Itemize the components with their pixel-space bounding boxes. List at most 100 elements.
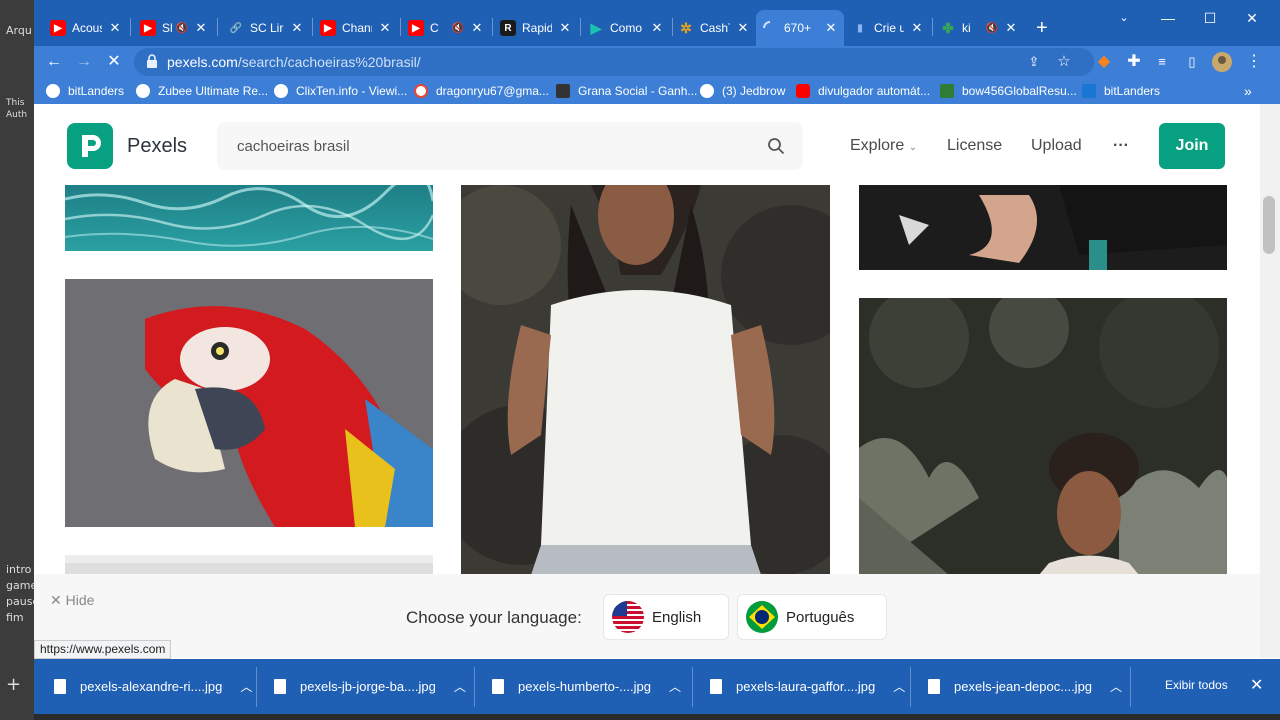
bookmark-item[interactable]: ClixTen.info - Viewi... xyxy=(274,82,407,100)
tab-title: Chanr xyxy=(342,21,372,35)
close-icon[interactable]: ✕ xyxy=(910,20,924,36)
media-controls-icon[interactable]: ≡ xyxy=(1150,50,1174,74)
pexels-logo[interactable] xyxy=(67,123,113,169)
chevron-up-icon[interactable]: ︿ xyxy=(240,678,252,695)
tab[interactable]: ▶ C 🔇 ✕ xyxy=(402,10,490,46)
more-menu-icon[interactable]: ⋮ xyxy=(1242,50,1266,74)
close-icon[interactable]: ✕ xyxy=(558,20,572,36)
close-icon[interactable]: ✕ xyxy=(736,20,750,36)
bookmark-item[interactable]: bow456GlobalResu... xyxy=(940,82,1077,100)
minimize-button[interactable]: — xyxy=(1148,6,1188,30)
background-app-window: Arqu This Auth intro game pause fim + xyxy=(0,0,39,720)
tab-title: SC Lir xyxy=(250,21,284,35)
chevron-up-icon[interactable]: ︿ xyxy=(893,678,905,695)
close-icon[interactable]: ✕ xyxy=(378,20,392,36)
join-button[interactable]: Join xyxy=(1159,123,1225,169)
close-window-button[interactable]: ✕ xyxy=(1232,6,1272,30)
browser-toolbar: ← → ✕ pexels.com/search/cachoeiras%20bra… xyxy=(34,46,1280,78)
speaker-muted-icon[interactable]: 🔇 xyxy=(176,23,188,34)
tab[interactable]: ✲ CashT ✕ xyxy=(672,10,756,46)
download-item[interactable]: pexels-jean-depoc....jpg ︿ xyxy=(928,659,1122,714)
search-icon[interactable] xyxy=(767,137,785,155)
nav-upload[interactable]: Upload xyxy=(1031,137,1082,155)
address-bar[interactable]: pexels.com/search/cachoeiras%20brasil/ ⇪… xyxy=(134,48,1094,76)
page-scrollbar[interactable] xyxy=(1260,104,1280,658)
download-item[interactable]: pexels-jb-jorge-ba....jpg ︿ xyxy=(274,659,466,714)
tab[interactable]: R Rapid ✕ xyxy=(494,10,578,46)
search-input[interactable]: cachoeiras brasil xyxy=(217,122,803,170)
speaker-muted-icon[interactable]: 🔇 xyxy=(452,23,464,34)
new-tab-button[interactable]: + xyxy=(1030,10,1054,46)
ocean-water-photo[interactable] xyxy=(65,185,433,251)
bookmark-item[interactable]: bitLanders xyxy=(46,82,124,100)
background-app-text: Auth xyxy=(6,110,28,120)
tab[interactable]: ✤ ki 🔇 ✕ xyxy=(934,10,1024,46)
pexels-brand[interactable]: Pexels xyxy=(127,135,187,158)
extensions-puzzle-icon[interactable]: ✚ xyxy=(1122,50,1146,74)
download-filename: pexels-jb-jorge-ba....jpg xyxy=(300,679,436,694)
globe-icon xyxy=(274,84,288,98)
bookmark-item[interactable]: Grana Social - Ganh... xyxy=(556,82,697,100)
tab[interactable]: 🔗 SC Lir ✕ xyxy=(222,10,310,46)
bookmark-item[interactable]: bitLanders xyxy=(1082,82,1160,100)
chevron-up-icon[interactable]: ︿ xyxy=(454,678,466,695)
white-sky-photo[interactable] xyxy=(65,555,433,575)
metamask-icon[interactable]: ◆ xyxy=(1092,50,1116,74)
red-macaw-photo[interactable] xyxy=(65,279,433,527)
tab[interactable]: ▶ Sl 🔇 ✕ xyxy=(134,10,214,46)
woman-garden-photo[interactable] xyxy=(859,298,1227,575)
woman-white-tshirt-photo[interactable] xyxy=(461,185,830,575)
close-icon[interactable]: ✕ xyxy=(108,20,122,36)
bookmark-item[interactable]: (3) Jedbrow xyxy=(700,82,785,100)
close-icon[interactable]: ✕ xyxy=(650,20,664,36)
tab-active[interactable]: 670+ ✕ xyxy=(756,10,844,46)
close-icon[interactable]: ✕ xyxy=(470,20,484,36)
nav-explore[interactable]: Explore ⌄ xyxy=(850,137,917,155)
avatar[interactable] xyxy=(1210,50,1234,74)
download-item[interactable]: pexels-alexandre-ri....jpg ︿ xyxy=(54,659,252,714)
language-english-button[interactable]: English xyxy=(603,594,729,640)
bookmark-item[interactable]: dragonryu67@gma... xyxy=(414,82,549,100)
background-app-list-item[interactable]: intro xyxy=(6,563,31,576)
close-icon[interactable]: ✕ xyxy=(1250,675,1263,695)
stop-loading-icon[interactable]: ✕ xyxy=(102,50,126,74)
chevron-down-icon[interactable]: ⌄ xyxy=(1104,6,1144,30)
nav-license[interactable]: License xyxy=(947,137,1002,155)
tab[interactable]: ▶ Como ✕ xyxy=(582,10,670,46)
forward-arrow-icon[interactable]: → xyxy=(72,50,96,74)
tab[interactable]: ▮ Crie u ✕ xyxy=(846,10,930,46)
bookmark-item[interactable]: divulgador automát... xyxy=(796,82,930,100)
close-icon[interactable]: ✕ xyxy=(824,20,838,36)
scrollbar-thumb[interactable] xyxy=(1263,196,1275,254)
language-option-label: English xyxy=(652,608,702,626)
loading-icon xyxy=(762,20,778,36)
tab[interactable]: ▶ Acous ✕ xyxy=(44,10,128,46)
background-app-text: This xyxy=(6,98,25,108)
background-app-list-item[interactable]: fim xyxy=(6,611,24,624)
more-dots-icon[interactable]: ··· xyxy=(1113,137,1129,155)
download-item[interactable]: pexels-humberto-....jpg ︿ xyxy=(492,659,681,714)
plus-icon[interactable]: + xyxy=(6,674,21,695)
dark-scene-photo[interactable] xyxy=(859,185,1227,270)
language-portuguese-button[interactable]: Português xyxy=(737,594,887,640)
close-icon[interactable]: ✕ xyxy=(290,20,304,36)
maximize-button[interactable]: ☐ xyxy=(1190,6,1230,30)
chevron-up-icon[interactable]: ︿ xyxy=(1110,678,1122,695)
back-arrow-icon[interactable]: ← xyxy=(42,50,66,74)
more-bookmarks-icon[interactable]: » xyxy=(1244,82,1252,100)
tab[interactable]: ▶ Chanr ✕ xyxy=(314,10,398,46)
show-all-downloads-button[interactable]: Exibir todos xyxy=(1165,678,1228,692)
close-icon[interactable]: ✕ xyxy=(194,20,208,36)
play-icon: ▶ xyxy=(590,19,602,36)
background-app-list-item[interactable]: game xyxy=(6,579,37,592)
hide-button[interactable]: ✕ Hide xyxy=(50,592,94,609)
share-icon[interactable]: ⇪ xyxy=(1022,50,1046,74)
star-icon[interactable]: ☆ xyxy=(1052,50,1076,74)
close-icon[interactable]: ✕ xyxy=(1004,20,1018,36)
download-item[interactable]: pexels-laura-gaffor....jpg ︿ xyxy=(710,659,905,714)
tab-strip: ▶ Acous ✕ ▶ Sl 🔇 ✕ 🔗 SC Lir ✕ ▶ Chanr ✕ … xyxy=(34,0,1280,46)
side-panel-icon[interactable]: ▯ xyxy=(1180,50,1204,74)
speaker-muted-icon[interactable]: 🔇 xyxy=(986,23,998,34)
bookmark-item[interactable]: Zubee Ultimate Re... xyxy=(136,82,268,100)
chevron-up-icon[interactable]: ︿ xyxy=(669,678,681,695)
